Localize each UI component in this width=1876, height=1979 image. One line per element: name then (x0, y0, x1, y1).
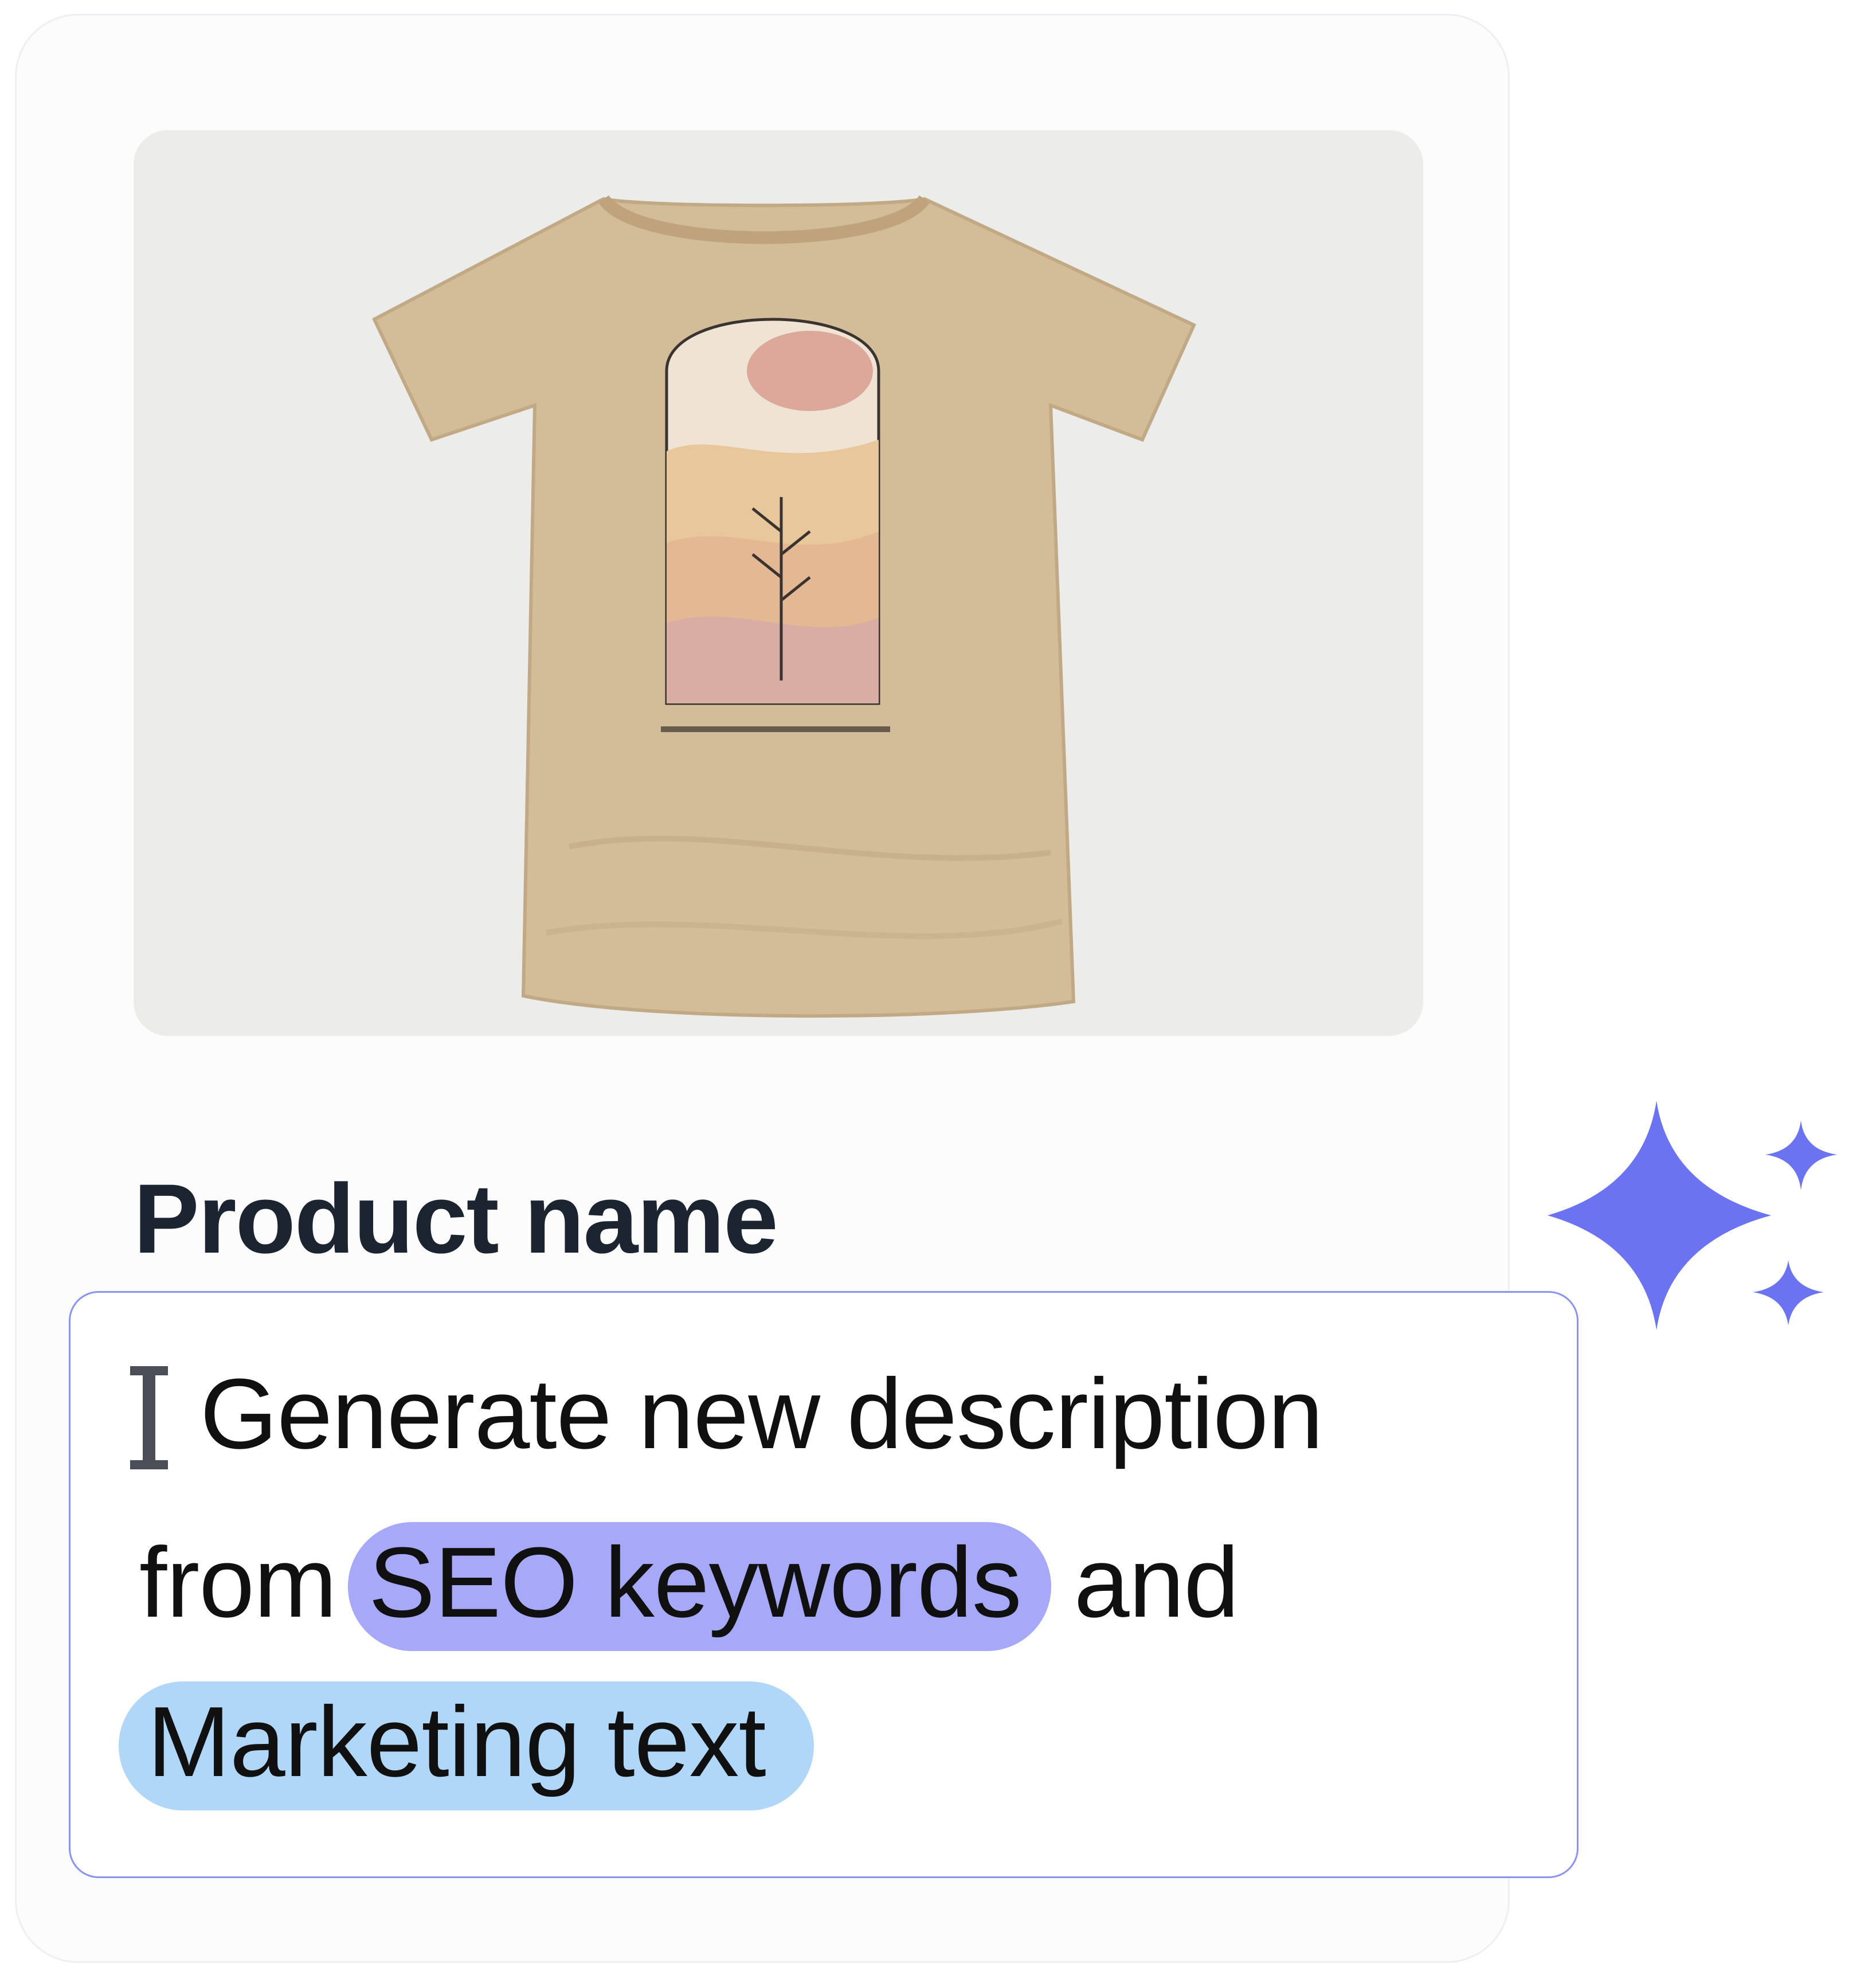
marketing-text-chip[interactable]: Marketing text (119, 1681, 814, 1811)
prompt-line-2: from SEO keywords and (139, 1522, 1239, 1652)
prompt-text-from: from (139, 1526, 337, 1638)
product-image (134, 130, 1423, 1036)
prompt-line-3: Marketing text (119, 1681, 814, 1811)
product-name-label: Product name (134, 1164, 778, 1274)
ai-prompt-input[interactable]: Generate new description from SEO keyword… (69, 1291, 1579, 1878)
seo-keywords-chip[interactable]: SEO keywords (348, 1522, 1051, 1652)
prompt-line-1: Generate new description (200, 1358, 1323, 1469)
sparkles-icon (1548, 1101, 1837, 1330)
prompt-text-and: and (1074, 1526, 1239, 1638)
text-cursor-icon (130, 1366, 168, 1469)
tshirt-image (134, 130, 1423, 1036)
